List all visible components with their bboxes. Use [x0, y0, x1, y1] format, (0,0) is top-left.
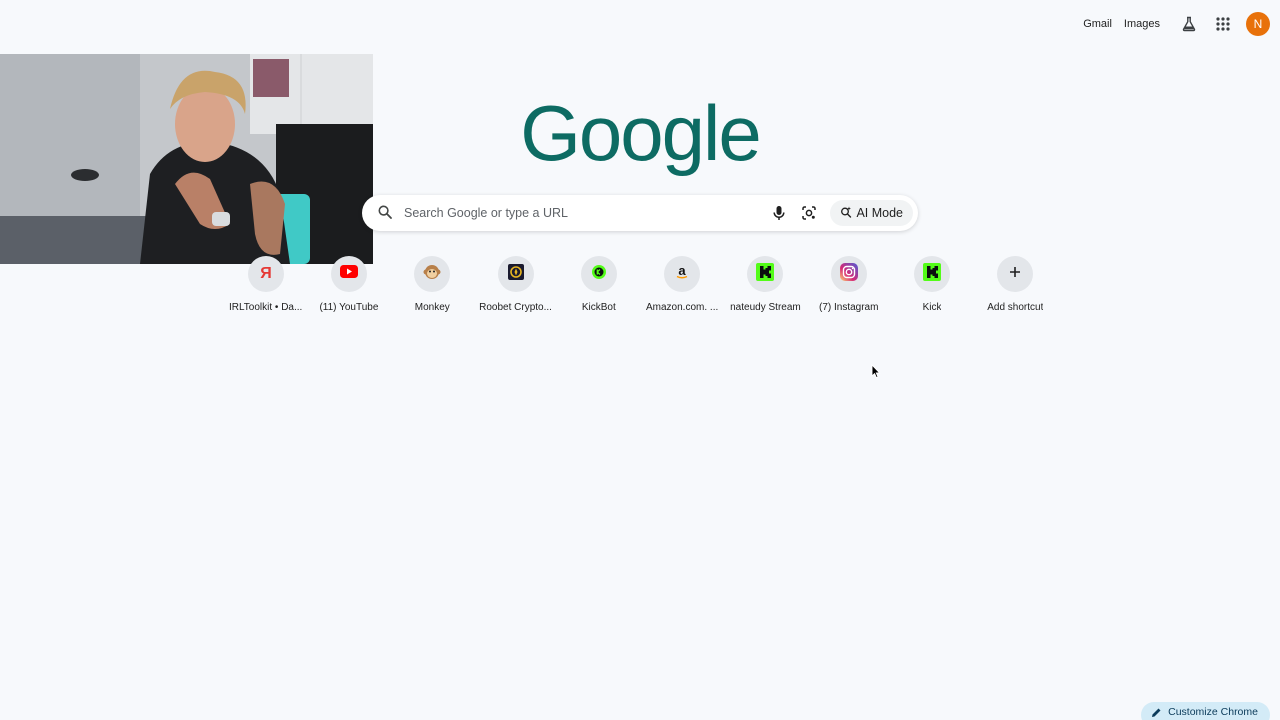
kick-icon [923, 262, 942, 286]
shortcut-label: (7) Instagram [818, 302, 879, 313]
ai-mode-button[interactable]: AI Mode [830, 200, 913, 226]
irltoolkit-icon: Я [258, 264, 274, 285]
kickbot-icon [591, 264, 607, 285]
shortcut-tile [747, 256, 784, 292]
shortcut-label: KickBot [581, 302, 616, 313]
microphone-icon[interactable] [768, 202, 790, 224]
flask-icon[interactable] [1177, 12, 1201, 36]
ai-sparkle-search-icon [840, 206, 852, 221]
roobet-icon [507, 263, 524, 285]
shortcut-label: Amazon.com. ... [646, 302, 719, 313]
shortcut-tile [914, 256, 951, 292]
shortcut-label: Roobet Crypto... [479, 302, 552, 313]
google-logo: Google [520, 89, 762, 177]
shortcut-tile: a [664, 256, 701, 292]
instagram-icon [839, 262, 858, 286]
shortcut-nateudy-stream[interactable]: nateudy Stream [724, 256, 807, 313]
shortcut-roobet[interactable]: Roobet Crypto... [474, 256, 557, 313]
shortcut-label: Add shortcut [987, 302, 1044, 313]
shortcut-kick[interactable]: Kick [890, 256, 973, 313]
images-link[interactable]: Images [1124, 12, 1160, 36]
shortcut-tile [997, 256, 1034, 292]
shortcut-label: IRLToolkit • Da... [228, 302, 303, 313]
new-tab-page: Gmail Images N Google Search Google or t… [0, 0, 1280, 720]
search-icon [378, 205, 394, 221]
ai-mode-label: AI Mode [856, 206, 903, 220]
customize-chrome-button[interactable]: Customize Chrome [1141, 702, 1270, 720]
shortcut-label: nateudy Stream [730, 302, 801, 313]
shortcut-label: Monkey [414, 302, 450, 313]
shortcut-label: Kick [922, 302, 942, 313]
shortcut-irltoolkit[interactable]: Я IRLToolkit • Da... [224, 256, 307, 313]
gmail-link[interactable]: Gmail [1083, 12, 1112, 36]
shortcut-youtube[interactable]: (11) YouTube [307, 256, 390, 313]
shortcut-tile: Я [247, 256, 284, 292]
amazon-icon: a [674, 263, 690, 285]
shortcut-amazon[interactable]: a Amazon.com. ... [640, 256, 723, 313]
add-shortcut-button[interactable]: Add shortcut [974, 256, 1057, 313]
plus-icon [1009, 265, 1021, 283]
customize-chrome-label: Customize Chrome [1168, 706, 1258, 718]
pencil-icon [1152, 708, 1161, 717]
lens-camera-icon[interactable] [798, 202, 820, 224]
kick-icon [756, 262, 775, 286]
monkey-icon [423, 263, 441, 286]
shortcut-tile [497, 256, 534, 292]
shortcut-tile [330, 256, 367, 292]
svg-text:Я: Я [260, 265, 272, 280]
svg-text:a: a [679, 264, 687, 278]
apps-grid-icon[interactable] [1211, 12, 1235, 36]
shortcut-tile [580, 256, 617, 292]
shortcut-monkey[interactable]: Monkey [391, 256, 474, 313]
shortcut-tile [830, 256, 867, 292]
youtube-icon [339, 265, 358, 283]
account-avatar[interactable]: N [1246, 12, 1270, 36]
shortcuts-grid: Я IRLToolkit • Da... (11) YouTube Monkey [224, 256, 1057, 313]
shortcut-label: (11) YouTube [319, 302, 379, 313]
shortcut-tile [414, 256, 451, 292]
search-box: AI Mode [362, 195, 918, 231]
top-bar: Gmail Images N [1083, 12, 1270, 36]
shortcut-kickbot[interactable]: KickBot [557, 256, 640, 313]
search-input[interactable] [402, 205, 765, 221]
mouse-cursor-icon [871, 363, 881, 384]
shortcut-instagram[interactable]: (7) Instagram [807, 256, 890, 313]
